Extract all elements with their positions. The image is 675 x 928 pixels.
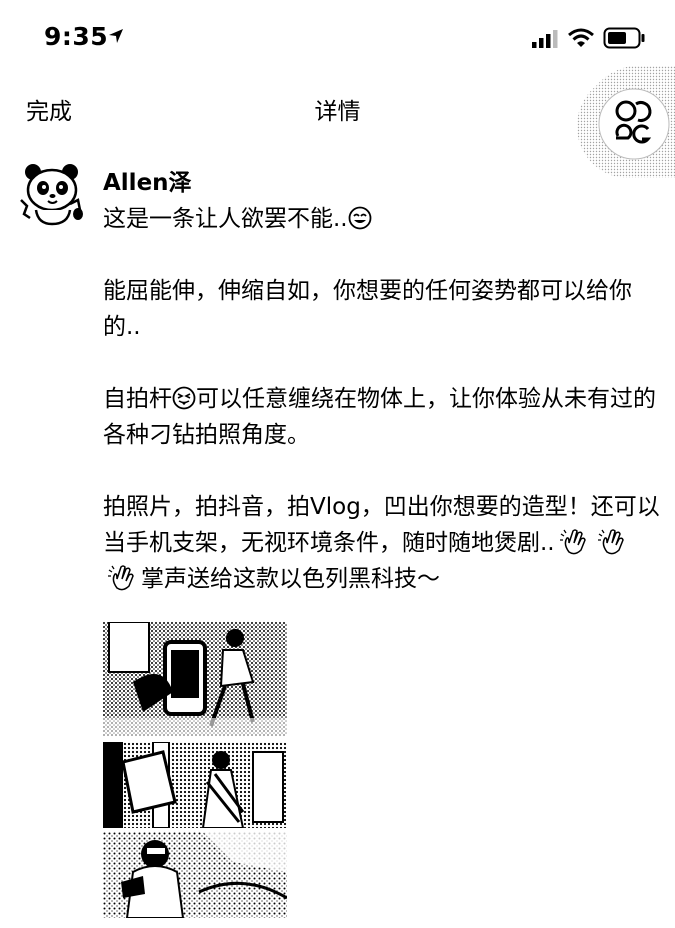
post-photo-3[interactable] [103, 832, 287, 918]
clapping-hands-emoji [597, 529, 624, 555]
post-text: 这是一条让人欲罢不能.. 能屈能伸，伸缩自如，你想要的任何姿势都可以给你的.. … [103, 201, 663, 633]
post-paragraph-3-start: 自拍杆 [103, 386, 172, 412]
post-paragraph-4-end: 掌声送给这款以色列黑科技～ [141, 566, 440, 592]
smiling-face-emoji [348, 206, 372, 230]
battery-icon [603, 27, 645, 49]
post-paragraph-1: 这是一条让人欲罢不能.. [103, 201, 663, 237]
clapping-hands-emoji [559, 529, 586, 555]
panda-avatar[interactable] [18, 160, 88, 226]
post-paragraph-4: 拍照片，拍抖音，拍Vlog，凹出你想要的造型！还可以当手机支架，无视环境条件，随… [103, 489, 663, 597]
post-photo-2[interactable] [103, 742, 287, 828]
post-line-1: 这是一条让人欲罢不能.. [103, 206, 348, 232]
author-name[interactable]: Allen泽 [103, 163, 192, 197]
clapping-hands-emoji [108, 565, 134, 591]
post-paragraph-2: 能屈能伸，伸缩自如，你想要的任何姿势都可以给你的.. [103, 278, 632, 340]
wifi-icon [568, 28, 594, 47]
tongue-out-emoji [172, 386, 196, 410]
mini-program-capsule-icon[interactable] [556, 66, 675, 178]
post-photo-1[interactable] [103, 622, 287, 736]
post-paragraph-3: 自拍杆 可以任意缠绕在物体上，让你体验从未有过的各种刁钻拍照角度。 [103, 381, 663, 453]
status-time: 9:35 [44, 22, 109, 51]
location-arrow-icon [109, 29, 123, 43]
cellular-signal-icon [532, 30, 558, 48]
